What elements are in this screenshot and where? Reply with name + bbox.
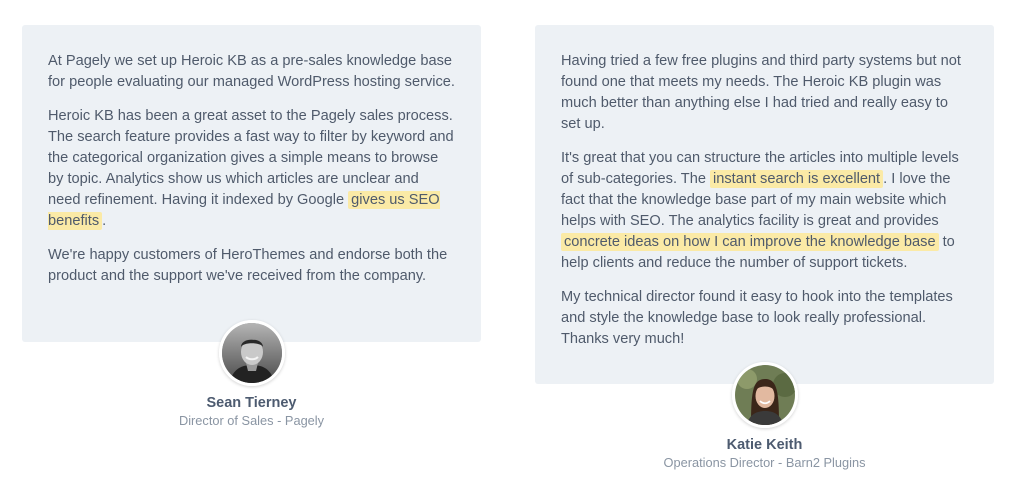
quote-text: We're happy customers of HeroThemes and … — [48, 247, 448, 284]
highlighted-phrase: instant search is excellent — [710, 170, 884, 188]
author-role: Director of Sales - Pagely — [178, 413, 325, 428]
quote-text: My technical director found it easy to h… — [561, 289, 953, 347]
highlighted-phrase: concrete ideas on how I can improve the … — [561, 233, 939, 251]
quote-text: . — [102, 213, 107, 229]
testimonials-section: At Pagely we set up Heroic KB as a pre-s… — [0, 0, 1024, 483]
quote-paragraph: My technical director found it easy to h… — [561, 287, 968, 350]
author: Katie Keith Operations Director - Barn2 … — [535, 362, 994, 470]
quote-card: Having tried a few free plugins and thir… — [535, 25, 994, 384]
quote-paragraph: We're happy customers of HeroThemes and … — [48, 245, 455, 287]
quote-paragraph: At Pagely we set up Heroic KB as a pre-s… — [48, 51, 455, 93]
author-name: Sean Tierney — [206, 395, 297, 411]
person-photo-male-icon — [221, 323, 282, 383]
author: Sean Tierney Director of Sales - Pagely — [22, 320, 481, 428]
author-name: Katie Keith — [726, 437, 803, 453]
person-photo-female-icon — [734, 365, 795, 425]
avatar — [218, 320, 285, 386]
quote-paragraph: It's great that you can structure the ar… — [561, 148, 968, 274]
testimonial-katie-keith: Having tried a few free plugins and thir… — [535, 25, 994, 470]
quote-text: Having tried a few free plugins and thir… — [561, 53, 961, 132]
quote-text: At Pagely we set up Heroic KB as a pre-s… — [48, 53, 455, 90]
avatar — [731, 362, 798, 428]
quote-paragraph: Having tried a few free plugins and thir… — [561, 51, 968, 135]
testimonial-sean-tierney: At Pagely we set up Heroic KB as a pre-s… — [22, 25, 481, 428]
quote-paragraph: Heroic KB has been a great asset to the … — [48, 106, 455, 232]
author-role: Operations Director - Barn2 Plugins — [663, 455, 866, 470]
quote-card: At Pagely we set up Heroic KB as a pre-s… — [22, 25, 481, 342]
